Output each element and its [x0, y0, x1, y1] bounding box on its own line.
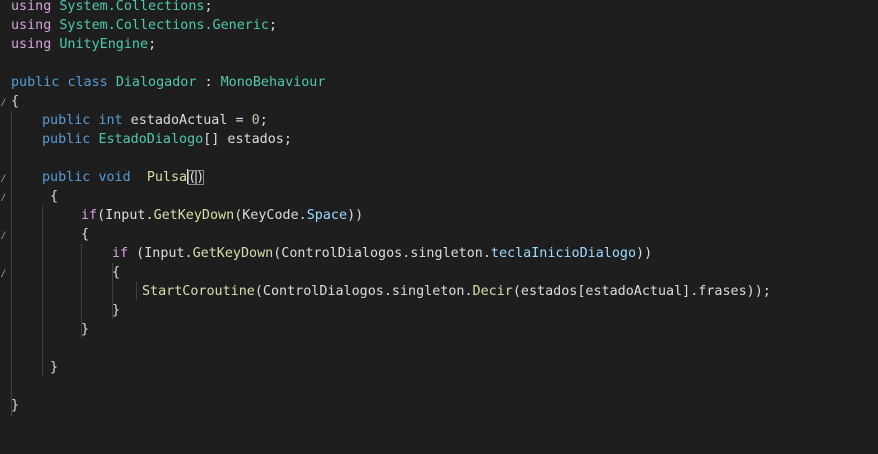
- code-line-brace: }: [11, 396, 19, 415]
- method-call: GetKeyDown: [192, 246, 274, 261]
- method-call: Decir: [472, 284, 513, 299]
- code-line-brace: {: [11, 92, 19, 111]
- code-line-using-1: using System.Collections;: [11, 0, 213, 16]
- base-class: MonoBehaviour: [220, 75, 326, 90]
- code-line-if-space: if(Input.GetKeyDown(KeyCode.Space)): [81, 206, 363, 225]
- keyword: public: [42, 113, 91, 128]
- keyword: class: [67, 75, 108, 90]
- code-text: (estados[estadoActual].frases));: [512, 284, 771, 299]
- enum-member: Space: [306, 208, 348, 223]
- code-line-if-tecla: if (Input.GetKeyDown(ControlDialogos.sin…: [112, 244, 652, 263]
- indent-guide: [136, 282, 137, 300]
- code-text: (ControlDialogos.singleton.: [273, 246, 491, 261]
- brace: }: [11, 398, 20, 413]
- brace: {: [81, 227, 90, 242]
- code-editor[interactable]: ⁄ ⁄ ⁄ ⁄ ⁄ using System.Collections; usin…: [0, 0, 878, 454]
- method-call: StartCoroutine: [142, 284, 255, 299]
- method-name: Pulsa: [146, 170, 188, 185]
- namespace: UnityEngine: [59, 37, 149, 52]
- namespace: System.Collections: [59, 0, 205, 14]
- code-line-using-2: using System.Collections.Generic;: [11, 16, 277, 35]
- punctuation: :: [196, 75, 221, 90]
- fold-marker-icon[interactable]: ⁄: [0, 268, 7, 279]
- code-text: (Input.: [97, 208, 154, 223]
- keyword: if: [112, 246, 129, 261]
- punctuation: ;: [268, 18, 278, 33]
- keyword: using: [11, 0, 52, 14]
- keyword: if: [81, 208, 98, 223]
- brace: }: [112, 303, 121, 318]
- code-text: )): [636, 246, 653, 261]
- indent-guide: [42, 206, 43, 376]
- code-line-using-3: using UnityEngine;: [11, 35, 156, 54]
- punctuation: ;: [204, 0, 213, 14]
- fold-marker-icon[interactable]: ⁄: [0, 97, 7, 108]
- keyword: public: [42, 170, 91, 185]
- indent-guide: [11, 111, 12, 416]
- keyword: using: [11, 18, 52, 33]
- type-name: EstadoDialogo: [98, 132, 204, 147]
- code-text: (Input.: [128, 246, 193, 261]
- fold-marker-icon[interactable]: ⁄: [0, 192, 7, 203]
- brace: {: [112, 265, 121, 280]
- code-line-brace: }: [112, 301, 120, 320]
- code-line-brace: }: [50, 358, 58, 377]
- code-text: (KeyCode.: [234, 208, 307, 223]
- method-call: GetKeyDown: [153, 208, 235, 223]
- code-text: (ControlDialogos.singleton.: [254, 284, 473, 299]
- code-line-brace: {: [112, 263, 120, 282]
- code-text: )): [347, 208, 364, 223]
- bracket-highlight: ): [196, 170, 205, 185]
- code-text: [] estados;: [203, 132, 292, 147]
- code-line-start-coroutine: StartCoroutine(ControlDialogos.singleton…: [142, 282, 771, 301]
- keyword: public: [42, 132, 91, 147]
- brace: {: [50, 189, 59, 204]
- class-name: Dialogador: [115, 75, 197, 90]
- fold-marker-icon[interactable]: ⁄: [0, 230, 7, 241]
- brace: {: [11, 94, 20, 109]
- field-name: teclaInicioDialogo: [490, 246, 637, 261]
- bracket-highlight: (: [188, 170, 197, 185]
- keyword: void: [98, 170, 131, 185]
- punctuation: ;: [259, 113, 268, 128]
- fold-marker-icon[interactable]: ⁄: [0, 173, 7, 184]
- code-text: estadoActual =: [122, 113, 252, 128]
- code-line-field-estados: public EstadoDialogo[] estados;: [42, 130, 292, 149]
- number-literal: 0: [251, 113, 260, 128]
- brace: }: [81, 322, 90, 337]
- code-line-brace: }: [81, 320, 89, 339]
- code-line-method-declaration: public void Pulsa(): [42, 168, 205, 187]
- keyword: public: [11, 75, 60, 90]
- code-line-class-declaration: public class Dialogador : MonoBehaviour: [11, 73, 325, 92]
- code-line-brace: {: [81, 225, 89, 244]
- punctuation: ;: [148, 37, 157, 52]
- keyword: int: [98, 113, 123, 128]
- code-line-brace: {: [50, 187, 58, 206]
- keyword: using: [11, 37, 52, 52]
- code-line-field-estado-actual: public int estadoActual = 0;: [42, 111, 268, 130]
- brace: }: [50, 360, 59, 375]
- namespace: System.Collections.Generic: [59, 18, 269, 33]
